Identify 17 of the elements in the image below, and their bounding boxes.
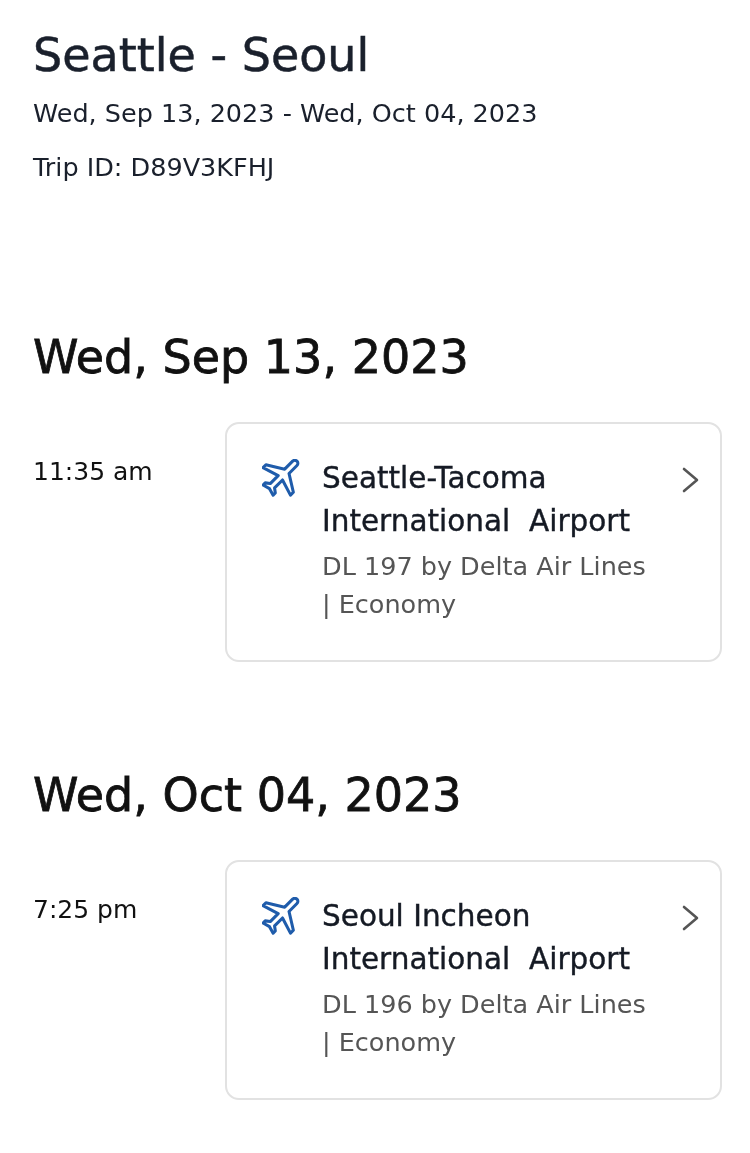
- flight-card[interactable]: Seoul Incheon International Airport DL 196 by Delta Air Lines | Economy: [225, 860, 722, 1100]
- airport-name: Seoul Incheon International Airport: [322, 898, 631, 978]
- airplane-icon: [262, 459, 300, 497]
- departure-time: 11:35 am: [33, 457, 154, 487]
- day-heading: Wed, Oct 04, 2023: [33, 767, 462, 823]
- flight-details: DL 196 by Delta Air Lines | Economy: [322, 988, 647, 1059]
- airport-name: Seattle-Tacoma International Airport: [322, 460, 631, 540]
- flight-card[interactable]: Seattle-Tacoma International Airport DL 197 by Delta Air Lines | Economy: [225, 422, 722, 662]
- flight-details: DL 197 by Delta Air Lines | Economy: [322, 550, 647, 621]
- airplane-icon: [262, 897, 300, 935]
- chevron-right-icon: [682, 467, 700, 493]
- trip-id: Trip ID: D89V3KFHJ: [33, 151, 275, 184]
- trip-dates: Wed, Sep 13, 2023 - Wed, Oct 04, 2023: [33, 97, 538, 130]
- chevron-right-icon: [682, 905, 700, 931]
- day-heading: Wed, Sep 13, 2023: [33, 329, 469, 385]
- departure-time: 7:25 pm: [33, 895, 139, 925]
- trip-title: Seattle - Seoul: [33, 27, 370, 83]
